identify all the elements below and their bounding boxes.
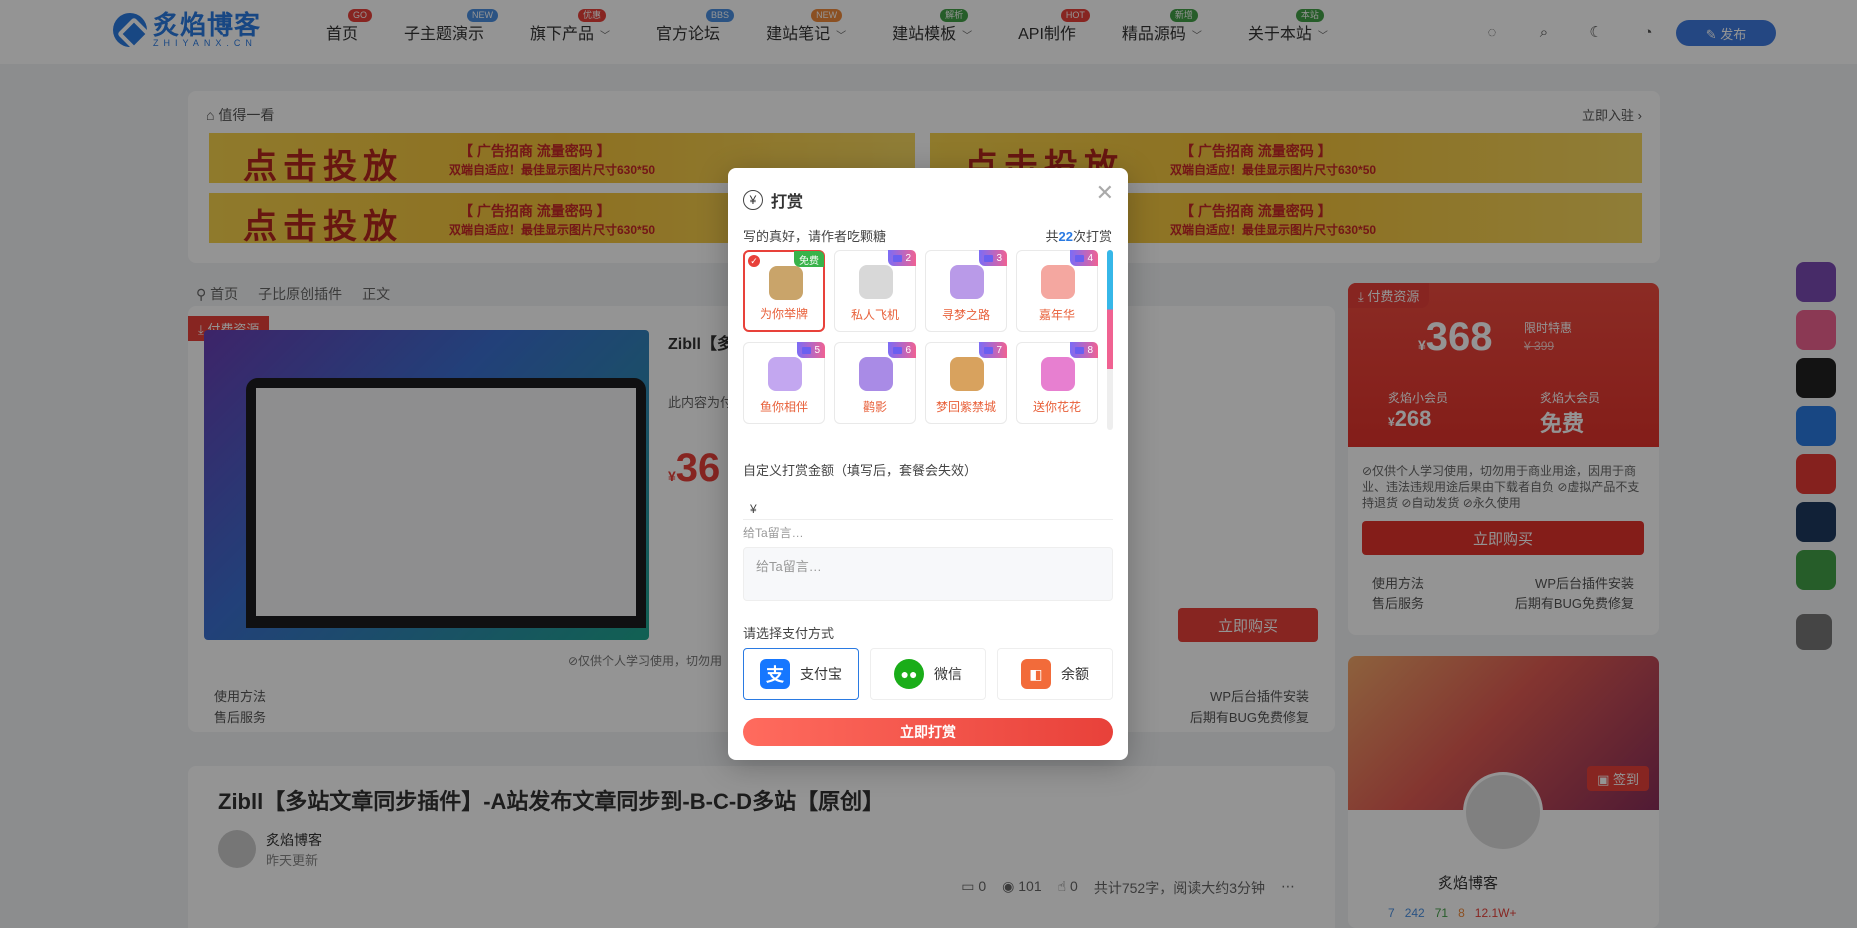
flower-icon [1041,357,1075,391]
gift-badge: 5 [797,342,825,358]
gift-option[interactable]: 7 梦回紫禁城 [925,342,1007,424]
gift-list: ✓ 免费 为你举牌 2 私人飞机 3 寻梦之路 4 嘉年华 5 鱼你相伴 6 鹳… [743,250,1113,430]
gift-label: 嘉年华 [1038,308,1075,322]
gift-option[interactable]: 4 嘉年华 [1016,250,1098,332]
gift-option[interactable]: 6 鹳影 [834,342,916,424]
pay-methods: 支 支付宝 ●● 微信 ◧ 余额 [743,648,1113,700]
gift-label: 私人飞机 [850,308,899,322]
gift-option[interactable]: ✓ 免费 为你举牌 [743,250,825,332]
pay-option-alipay[interactable]: 支 支付宝 [743,648,859,700]
message-textarea[interactable] [743,547,1113,601]
airplane-icon [859,265,893,299]
dream-road-icon [950,265,984,299]
gift-badge: 2 [888,250,916,266]
gift-label: 鱼你相伴 [759,400,808,414]
gift-label: 梦回紫禁城 [935,400,996,414]
pay-option-wechat[interactable]: ●● 微信 [870,648,986,700]
currency-symbol: ¥ [750,501,757,516]
carnival-icon [1041,265,1075,299]
tip-modal: ¥ 打赏 ✕ 写的真好，请作者吃颗糖 共22次打赏 ✓ 免费 为你举牌 2 私人… [728,168,1128,760]
modal-subtitle: 写的真好，请作者吃颗糖 [743,229,887,244]
close-icon[interactable]: ✕ [1096,180,1114,206]
yuan-icon: ¥ [743,190,763,210]
submit-tip-button[interactable]: 立即打赏 [743,718,1113,746]
fish-icon [768,357,802,391]
gift-badge: 免费 [794,251,824,267]
tip-count: 共22次打赏 [1045,229,1113,244]
custom-amount-label: 自定义打赏金额（填写后，套餐会失效） [743,463,978,478]
palace-icon [950,357,984,391]
gift-option[interactable]: 2 私人飞机 [834,250,916,332]
gift-label: 送你花花 [1032,400,1081,414]
gift-scrollbar[interactable] [1107,250,1113,430]
crane-icon [859,357,893,391]
alipay-icon: 支 [760,659,790,689]
gift-option[interactable]: 3 寻梦之路 [925,250,1007,332]
wechat-icon: ●● [894,659,924,689]
gift-badge: 3 [979,250,1007,266]
pay-method-label: 请选择支付方式 [743,626,835,641]
amount-field[interactable]: ¥ [743,498,1113,520]
gift-badge: 6 [888,342,916,358]
gift-label: 寻梦之路 [941,308,990,322]
check-icon: ✓ [748,255,760,267]
wallet-icon: ◧ [1021,659,1051,689]
gift-badge: 4 [1070,250,1098,266]
message-label: 给Ta留言… [743,526,804,540]
gift-label: 为你举牌 [759,307,808,321]
gift-option[interactable]: 8 送你花花 [1016,342,1098,424]
amount-input[interactable] [762,501,1113,516]
sign-board-icon [769,266,803,300]
gift-label: 鹳影 [862,400,887,414]
modal-title: ¥ 打赏 [743,188,803,212]
pay-option-balance[interactable]: ◧ 余额 [997,648,1113,700]
gift-badge: 8 [1070,342,1098,358]
gift-option[interactable]: 5 鱼你相伴 [743,342,825,424]
gift-badge: 7 [979,342,1007,358]
